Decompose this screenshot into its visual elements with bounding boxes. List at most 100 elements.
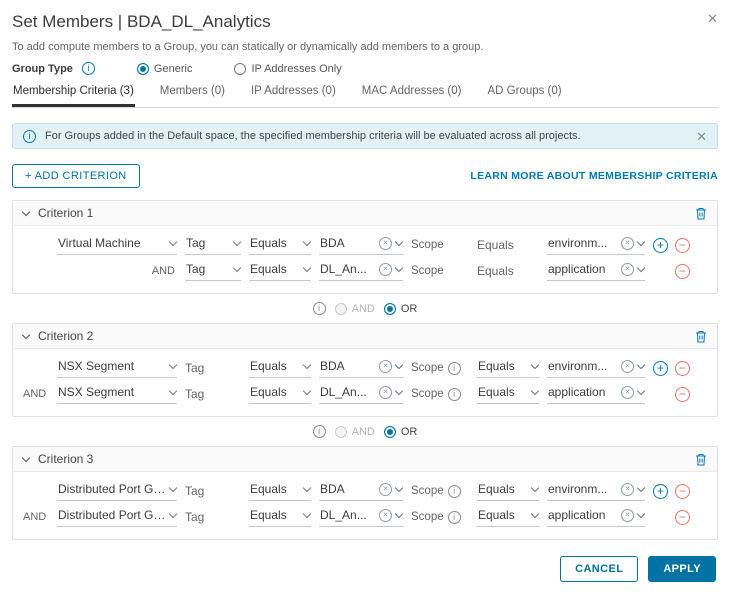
clear-scope-icon[interactable]: ✕ (621, 385, 634, 399)
remove-row-icon[interactable]: − (675, 237, 690, 253)
tag-value-field[interactable]: DL_An... ✕ (319, 261, 404, 281)
remove-row-icon[interactable]: − (675, 509, 690, 525)
member-type-select[interactable]: Distributed Port Group (57, 507, 178, 527)
join-and-label: AND (351, 425, 375, 438)
chevron-down-icon (302, 263, 312, 272)
join-and-option[interactable]: AND (334, 302, 375, 315)
tag-value-field[interactable]: BDA ✕ (319, 235, 404, 255)
member-type-select[interactable]: NSX Segment (57, 358, 178, 378)
clear-tag-icon[interactable]: ✕ (379, 236, 392, 250)
delete-criterion-icon[interactable] (695, 453, 707, 466)
join-info-icon[interactable]: i (312, 425, 326, 438)
tab-ad-groups[interactable]: AD Groups (0) (486, 80, 562, 107)
delete-criterion-icon[interactable] (695, 330, 707, 343)
member-type-select[interactable]: Distributed Port Group (57, 481, 178, 501)
collapse-chevron-icon[interactable] (21, 207, 31, 216)
scope-value-field[interactable]: application ✕ (547, 384, 646, 404)
add-criterion-button[interactable]: + ADD CRITERION (12, 164, 140, 188)
clear-scope-icon[interactable]: ✕ (621, 236, 634, 250)
group-type-info-icon[interactable]: i (81, 62, 95, 75)
dismiss-banner-icon[interactable]: ✕ (696, 130, 707, 143)
join-info-icon[interactable]: i (312, 302, 326, 315)
operator-select[interactable]: Equals (249, 261, 312, 281)
add-row-icon[interactable]: + (653, 483, 668, 499)
member-type-select[interactable]: Virtual Machine (57, 235, 178, 255)
join-or-radio[interactable] (383, 302, 396, 315)
tab-ip-addresses[interactable]: IP Addresses (0) (250, 80, 337, 107)
tag-value-field[interactable]: BDA ✕ (319, 358, 404, 378)
remove-row-icon[interactable]: − (675, 263, 690, 279)
remove-row-icon[interactable]: − (675, 386, 690, 402)
learn-more-link[interactable]: LEARN MORE ABOUT MEMBERSHIP CRITERIA (470, 170, 718, 182)
scope-value-field[interactable]: environm... ✕ (547, 358, 646, 378)
scope-value-field[interactable]: application ✕ (547, 507, 646, 527)
operator-select[interactable]: Equals (249, 481, 312, 501)
scope-value-field[interactable]: application ✕ (547, 261, 646, 281)
chevron-down-icon (530, 509, 540, 518)
operator-select[interactable]: Equals (249, 358, 312, 378)
scope-info-icon[interactable]: i (447, 510, 461, 524)
tag-value-field[interactable]: DL_An... ✕ (319, 384, 404, 404)
key-select[interactable]: Tag (185, 235, 242, 255)
clear-tag-icon[interactable]: ✕ (379, 508, 392, 522)
join-or-radio[interactable] (383, 425, 396, 438)
tab-mac-addresses[interactable]: MAC Addresses (0) (361, 80, 463, 107)
chevron-down-icon (636, 263, 646, 272)
criterion-3-header[interactable]: Criterion 3 (13, 447, 717, 472)
scope-operator-select[interactable]: Equals (477, 384, 540, 404)
scope-operator-select[interactable]: Equals (477, 507, 540, 527)
chevron-down-icon (168, 237, 178, 246)
join-and-radio[interactable] (334, 425, 347, 438)
close-dialog-icon[interactable]: ✕ (707, 12, 718, 25)
clear-tag-icon[interactable]: ✕ (379, 359, 392, 373)
clear-tag-icon[interactable]: ✕ (379, 262, 392, 276)
collapse-chevron-icon[interactable] (21, 330, 31, 339)
key-label: Tag (185, 361, 205, 375)
tag-value-field[interactable]: DL_An... ✕ (319, 507, 404, 527)
member-type-select[interactable]: NSX Segment (57, 384, 178, 404)
operator-value: Equals (250, 385, 287, 399)
tag-value-field[interactable]: BDA ✕ (319, 481, 404, 501)
join-and-option[interactable]: AND (334, 425, 375, 438)
clear-tag-icon[interactable]: ✕ (379, 385, 392, 399)
chevron-down-icon (302, 386, 312, 395)
chevron-down-icon (302, 237, 312, 246)
scope-operator-select[interactable]: Equals (477, 481, 540, 501)
join-or-option[interactable]: OR (383, 302, 418, 315)
radio-generic-dot[interactable] (136, 62, 149, 75)
scope-value-field[interactable]: environm... ✕ (547, 481, 646, 501)
radio-ip-only-dot[interactable] (234, 62, 247, 75)
key-select[interactable]: Tag (185, 261, 242, 281)
criterion-1-header[interactable]: Criterion 1 (13, 201, 717, 226)
join-or-label: OR (400, 302, 418, 315)
join-and-radio[interactable] (334, 302, 347, 315)
tab-members[interactable]: Members (0) (159, 80, 226, 107)
clear-scope-icon[interactable]: ✕ (621, 262, 634, 276)
scope-info-icon[interactable]: i (447, 387, 461, 401)
clear-scope-icon[interactable]: ✕ (621, 359, 634, 373)
clear-tag-icon[interactable]: ✕ (379, 482, 392, 496)
collapse-chevron-icon[interactable] (21, 453, 31, 462)
join-or-option[interactable]: OR (383, 425, 417, 438)
operator-select[interactable]: Equals (249, 384, 312, 404)
add-row-icon[interactable]: + (653, 237, 668, 253)
operator-select[interactable]: Equals (249, 507, 312, 527)
cancel-button[interactable]: CANCEL (560, 556, 639, 582)
tab-membership-criteria[interactable]: Membership Criteria (3) (12, 80, 135, 107)
remove-row-icon[interactable]: − (675, 360, 690, 376)
scope-value-field[interactable]: environm... ✕ (547, 235, 646, 255)
remove-row-icon[interactable]: − (675, 483, 690, 499)
scope-operator-select[interactable]: Equals (477, 358, 540, 378)
clear-scope-icon[interactable]: ✕ (621, 508, 634, 522)
operator-select[interactable]: Equals (249, 235, 312, 255)
clear-scope-icon[interactable]: ✕ (621, 482, 634, 496)
scope-info-icon[interactable]: i (447, 361, 461, 375)
chevron-down-icon (232, 263, 242, 272)
criterion-2-header[interactable]: Criterion 2 (13, 324, 717, 349)
apply-button[interactable]: APPLY (648, 556, 716, 582)
delete-criterion-icon[interactable] (695, 207, 707, 220)
scope-info-icon[interactable]: i (447, 484, 461, 498)
add-row-icon[interactable]: + (653, 360, 668, 376)
radio-ip-addresses-only[interactable]: IP Addresses Only (234, 62, 342, 75)
radio-generic[interactable]: Generic (136, 62, 192, 75)
